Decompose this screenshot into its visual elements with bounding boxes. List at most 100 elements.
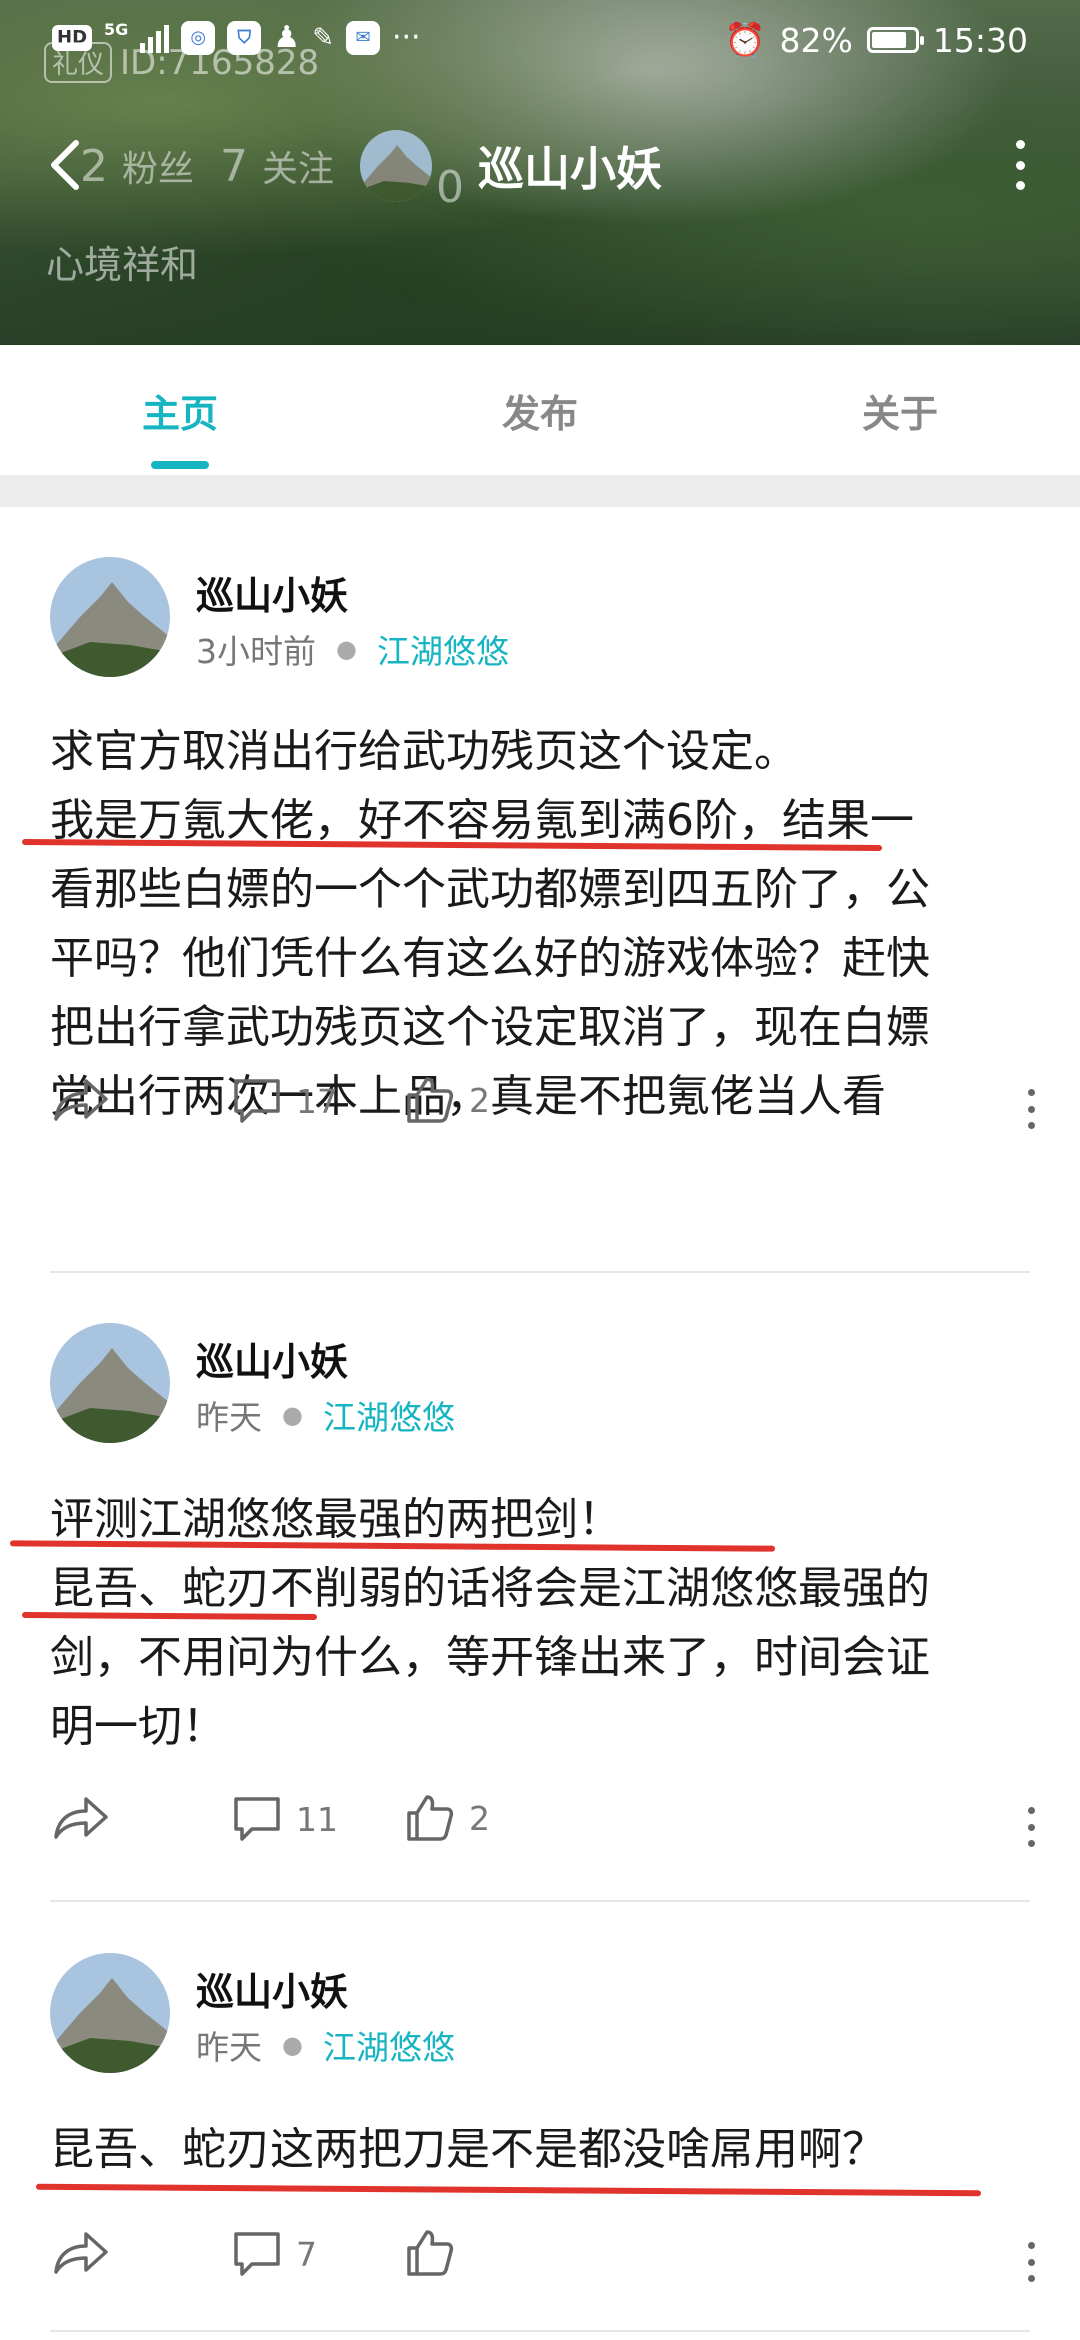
post-more-button[interactable] <box>1024 1807 1038 1847</box>
tab-about[interactable]: 关于 <box>720 345 1080 475</box>
comment-icon <box>234 2232 280 2276</box>
battery-text: 82% <box>779 20 853 60</box>
comment-count: 17 <box>296 1081 338 1121</box>
post-meta: 3小时前 ● 江湖悠悠 <box>196 625 509 673</box>
post-meta: 昨天 ● 江湖悠悠 <box>196 2021 455 2069</box>
post-actions: 17 2 <box>0 1067 1080 1137</box>
post-more-button[interactable] <box>1024 2242 1038 2282</box>
post-line: 剑，不用问为什么，等开锋出来了，时间会证 <box>50 1632 930 1683</box>
follow-count: 7 <box>220 141 249 192</box>
meta-dot: ● <box>282 1401 303 1429</box>
author-name[interactable]: 巡山小妖 <box>196 1961 348 2016</box>
post-topic[interactable]: 江湖悠悠 <box>323 2021 455 2069</box>
post-separator <box>50 1900 1030 1902</box>
tab-active-indicator <box>151 461 209 469</box>
profile-header: HD 5G ◎ ⛉ ♟ ✎ ✉ ··· ⏰ 82% 15:30 礼仪 ID:71… <box>0 0 1080 345</box>
network-type: 5G <box>104 20 129 39</box>
share-icon <box>54 1797 108 1839</box>
like-button[interactable]: 2 <box>405 1793 490 1843</box>
share-icon <box>54 2232 108 2274</box>
post-body[interactable]: 评测江湖悠悠最强的两把剑！ 昆吾、蛇刃不削弱的话将会是江湖悠悠最强的 剑，不用问… <box>50 1485 1030 1761</box>
fans-count: 2 <box>80 141 108 192</box>
like-button[interactable]: 2 <box>405 1075 490 1125</box>
avatar-image <box>360 130 433 202</box>
tab-label: 主页 <box>141 391 218 436</box>
share-button[interactable] <box>52 2230 110 2276</box>
battery-icon <box>866 27 924 53</box>
tab-home[interactable]: 主页 <box>0 345 360 475</box>
like-button[interactable] <box>405 2228 469 2278</box>
meta-dot: ● <box>282 2031 303 2059</box>
profile-tabs: 主页 发布 关于 <box>0 345 1080 475</box>
follow-label: 关注 <box>262 149 335 190</box>
profile-bio: 心境祥和 <box>46 243 199 287</box>
tab-label: 发布 <box>501 391 578 436</box>
post-topic[interactable]: 江湖悠悠 <box>377 625 509 673</box>
tab-posts[interactable]: 发布 <box>360 345 720 475</box>
more-options-button[interactable] <box>1000 140 1040 190</box>
fans-stat[interactable]: 2 粉丝 <box>80 140 194 192</box>
post-time: 昨天 <box>196 2028 262 2067</box>
post-separator <box>50 1271 1030 1273</box>
author-name[interactable]: 巡山小妖 <box>196 565 348 620</box>
avatar-image <box>50 1953 170 2073</box>
share-button[interactable] <box>52 1077 110 1123</box>
post-line: 平吗？他们凭什么有这么好的游戏体验？赶快 <box>50 933 930 984</box>
author-avatar[interactable] <box>50 1953 170 2073</box>
id-text: ID:7165828 <box>120 42 320 83</box>
header-avatar[interactable] <box>360 130 433 202</box>
post-time: 昨天 <box>196 1398 262 1437</box>
post-line: 明一切！ <box>50 1701 226 1752</box>
comment-button[interactable]: 7 <box>232 2230 317 2278</box>
comment-icon <box>234 1079 280 1123</box>
follow-stat[interactable]: 7 关注 <box>220 140 334 192</box>
author-avatar[interactable] <box>50 557 170 677</box>
profile-stats: 2 粉丝 7 关注 0 巡山小妖 <box>80 130 663 213</box>
post-line: 昆吾、蛇刃这两把刀是不是都没啥屌用啊？ <box>50 2124 886 2175</box>
tab-label: 关于 <box>861 391 938 436</box>
post-line: 把出行拿武功残页这个设定取消了，现在白嫖 <box>50 1002 930 1053</box>
post-line: 求官方取消出行给武功残页这个设定。 <box>50 726 798 777</box>
post-card[interactable]: 巡山小妖 昨天 ● 江湖悠悠 评测江湖悠悠最强的两把剑！ 昆吾、蛇刃不削弱的话将… <box>0 1275 1080 1905</box>
post-body[interactable]: 昆吾、蛇刃这两把刀是不是都没啥屌用啊？ <box>50 2115 1030 2184</box>
likes-count: 0 <box>436 162 465 213</box>
clock: 15:30 <box>932 20 1028 60</box>
fans-label: 粉丝 <box>122 149 195 190</box>
post-time: 3小时前 <box>196 632 316 671</box>
post-actions: 7 <box>0 2220 1080 2290</box>
post-line: 看那些白嫖的一个个武功都嫖到四五阶了，公 <box>50 864 930 915</box>
comment-icon <box>234 1797 280 1841</box>
like-count: 2 <box>469 1798 490 1838</box>
alarm-icon: ⏰ <box>724 20 766 59</box>
message-notification-icon: ✉ <box>345 20 380 55</box>
id-badge: 礼仪 <box>44 42 113 83</box>
share-icon <box>54 1079 108 1121</box>
user-id: 礼仪 ID:7165828 <box>44 42 319 83</box>
author-avatar[interactable] <box>50 1323 170 1443</box>
post-card[interactable]: 巡山小妖 3小时前 ● 江湖悠悠 求官方取消出行给武功残页这个设定。 我是万氪大… <box>0 507 1080 1277</box>
author-name[interactable]: 巡山小妖 <box>196 1331 348 1386</box>
like-icon <box>407 1795 454 1841</box>
like-icon <box>407 2230 454 2276</box>
back-icon <box>51 140 79 190</box>
comment-button[interactable]: 11 <box>232 1795 338 1843</box>
post-actions: 11 2 <box>0 1785 1080 1855</box>
share-button[interactable] <box>52 1795 110 1841</box>
section-divider <box>0 475 1080 507</box>
annotation-underline <box>35 2183 982 2197</box>
header-username: 巡山小妖 <box>478 142 663 196</box>
avatar-image <box>50 557 170 677</box>
comment-count: 11 <box>296 1799 338 1839</box>
meta-dot: ● <box>336 635 357 663</box>
more-notifications-icon: ··· <box>391 20 421 55</box>
post-card[interactable]: 巡山小妖 昨天 ● 江湖悠悠 昆吾、蛇刃这两把刀是不是都没啥屌用啊？ 7 <box>0 1905 1080 2340</box>
comment-button[interactable]: 17 <box>232 1077 338 1125</box>
avatar-image <box>50 1323 170 1443</box>
like-icon <box>407 1077 454 1123</box>
post-meta: 昨天 ● 江湖悠悠 <box>196 1391 455 1439</box>
post-more-button[interactable] <box>1024 1089 1038 1129</box>
post-separator <box>50 2330 1030 2332</box>
post-topic[interactable]: 江湖悠悠 <box>323 1391 455 1439</box>
like-count: 2 <box>469 1080 490 1120</box>
comment-count: 7 <box>296 2234 317 2274</box>
